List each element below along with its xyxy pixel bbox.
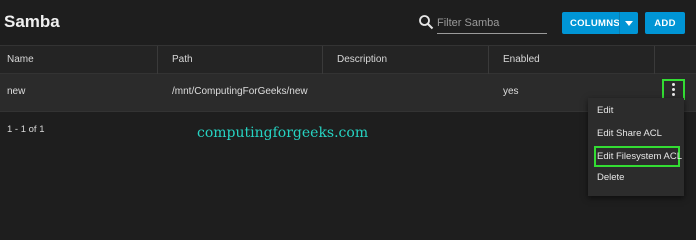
menu-item-edit-filesystem-acl[interactable]: Edit Filesystem ACL [588,146,684,168]
columns-button-label: COLUMNS [569,17,621,29]
add-button-label: ADD [654,17,676,29]
page-title: Samba [4,12,60,31]
actions-menu: Edit Edit Share ACL Edit Filesystem ACL … [588,98,684,196]
columns-button[interactable]: COLUMNS [562,12,638,34]
dot [672,93,675,96]
cell-enabled: yes [503,86,519,97]
menu-item-label: Edit Filesystem ACL [597,151,682,162]
column-header-actions [655,46,696,74]
search-input[interactable] [437,12,547,34]
column-header-path[interactable]: Path [158,46,323,74]
watermark: computingforgeeks.com [197,125,369,141]
cell-path: /mnt/ComputingForGeeks/new [172,86,308,97]
search-icon [419,15,434,30]
menu-item-delete[interactable]: Delete [588,167,684,189]
menu-item-edit-share-acl[interactable]: Edit Share ACL [588,123,684,145]
column-header-name[interactable]: Name [0,46,158,74]
add-button[interactable]: ADD [645,12,685,34]
search-box[interactable] [418,12,548,36]
dot [672,83,675,86]
dot [672,88,675,91]
caret-down-icon[interactable] [625,21,633,26]
menu-item-edit[interactable]: Edit [588,100,684,122]
more-vert-icon[interactable] [662,79,685,100]
page-header: Samba COLUMNS ADD [0,0,696,44]
columns-button-divider [619,12,620,34]
table-header: Name Path Description Enabled [0,45,696,74]
cell-name: new [7,86,26,97]
column-header-description[interactable]: Description [323,46,489,74]
column-header-enabled[interactable]: Enabled [489,46,655,74]
pagination-status: 1 - 1 of 1 [7,124,45,135]
